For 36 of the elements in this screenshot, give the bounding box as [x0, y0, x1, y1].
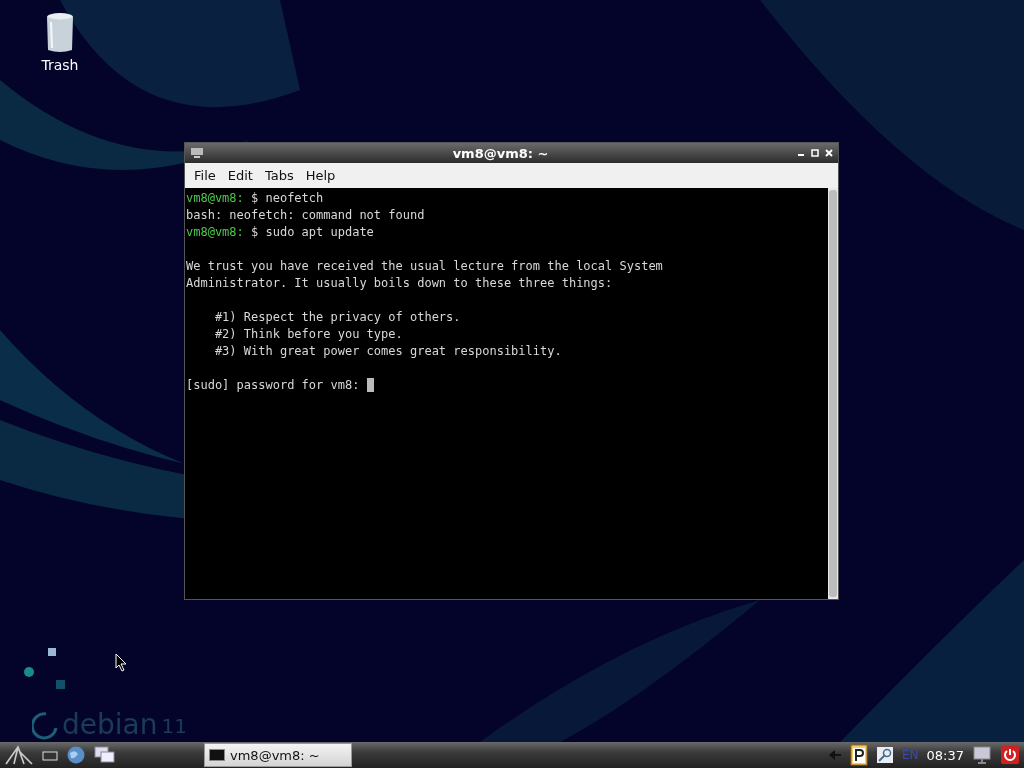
- menu-item[interactable]: Help: [300, 166, 341, 185]
- menu-item[interactable]: File: [189, 166, 221, 185]
- output-text: #3) With great power comes great responsibility.: [213, 344, 562, 358]
- folder-icon[interactable]: [42, 748, 58, 762]
- output-text: #1) Respect the privacy of others.: [213, 310, 461, 324]
- output-text: #2) Think before you type.: [213, 327, 403, 341]
- windows-icon[interactable]: [94, 746, 116, 764]
- terminal-icon: [209, 749, 225, 761]
- output-text: We trust you have received the usual lecture from the local System: [186, 259, 663, 273]
- power-icon[interactable]: [1000, 745, 1020, 765]
- menu-item[interactable]: Tabs: [259, 166, 299, 185]
- menu-item[interactable]: Edit: [222, 166, 258, 185]
- command-text: $ sudo apt update: [250, 225, 374, 239]
- icon-label[interactable]: Trash: [41, 57, 79, 73]
- monitor-icon[interactable]: [189, 147, 205, 159]
- swirl-logo-icon: [32, 712, 58, 740]
- command-text: $ neofetch: [250, 191, 324, 205]
- parking-icon[interactable]: [849, 744, 868, 766]
- magnifier-icon[interactable]: [875, 746, 894, 764]
- text-cursor: [366, 378, 374, 392]
- close-icon[interactable]: [824, 148, 834, 158]
- maximize-icon[interactable]: [810, 148, 820, 158]
- output-text: Administrator. It usually boils down to these three things:: [186, 276, 613, 290]
- output-text: bash: neofetch: command not found: [186, 208, 425, 222]
- clock[interactable]: 08:37: [926, 747, 964, 763]
- trash-icon[interactable]: [45, 12, 75, 54]
- network-monitor-icon[interactable]: [972, 745, 992, 765]
- password-prompt: [sudo] password for vm8:: [186, 378, 361, 392]
- bird-logo-icon[interactable]: [4, 744, 34, 766]
- window-title: vm8@vm8: ~: [451, 145, 550, 161]
- taskbar-button[interactable]: vm8@vm8: ~: [204, 743, 352, 767]
- mouse-pointer-icon: [115, 653, 128, 672]
- prompt-text: vm8@vm8:: [186, 191, 244, 205]
- prompt-text: vm8@vm8:: [186, 225, 244, 239]
- sparkle-drawing: [24, 648, 66, 690]
- globe-icon[interactable]: [66, 745, 86, 765]
